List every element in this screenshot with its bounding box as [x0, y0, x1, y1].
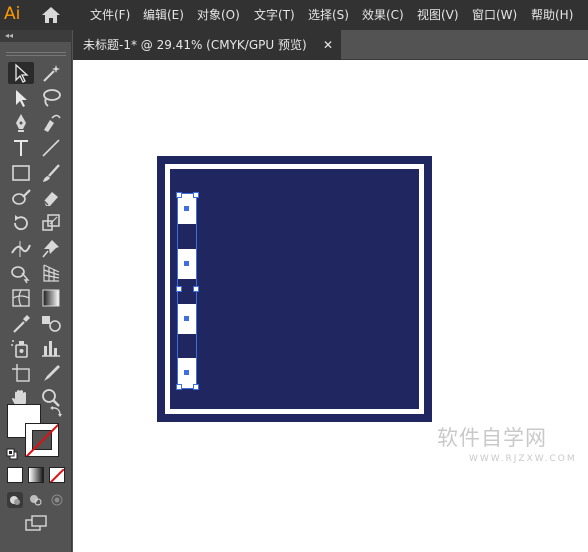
color-mode-button[interactable] — [7, 467, 23, 483]
anchor-handle[interactable] — [176, 384, 182, 390]
center-point — [184, 370, 189, 375]
menu-type[interactable]: 文字(T) — [254, 7, 295, 23]
artboard-canvas[interactable]: 软件自学网 WWW.RJZXW.COM — [73, 60, 588, 552]
draw-inside-icon[interactable] — [49, 492, 65, 508]
rotate-tool-icon[interactable] — [8, 212, 34, 234]
eraser-tool-icon[interactable] — [38, 187, 64, 209]
anchor-handle[interactable] — [176, 192, 182, 198]
eyedropper-tool-icon[interactable] — [8, 312, 34, 334]
watermark: 软件自学网 WWW.RJZXW.COM — [437, 426, 587, 474]
watermark-url-text: WWW.RJZXW.COM — [469, 454, 577, 464]
menu-view[interactable]: 视图(V) — [417, 7, 459, 23]
menu-help[interactable]: 帮助(H) — [531, 7, 573, 23]
magic-wand-tool-icon[interactable] — [38, 62, 64, 84]
menu-object[interactable]: 对象(O) — [197, 7, 240, 23]
swap-fill-stroke-icon[interactable] — [49, 404, 63, 418]
center-point — [184, 206, 189, 211]
gradient-tool-icon[interactable] — [38, 287, 64, 309]
center-point — [184, 261, 189, 266]
draw-normal-icon[interactable] — [7, 492, 23, 508]
menu-effect[interactable]: 效果(C) — [362, 7, 404, 23]
shaper-tool-icon[interactable] — [8, 187, 34, 209]
shape-builder-tool-icon[interactable] — [8, 262, 34, 284]
default-fill-stroke-icon[interactable] — [6, 445, 18, 460]
collapse-panel-button[interactable]: ◂◂ — [0, 30, 72, 42]
perspective-grid-tool-icon[interactable] — [38, 262, 64, 284]
menu-bar: Ai 文件(F) 编辑(E) 对象(O) 文字(T) 选择(S) 效果(C) 视… — [0, 0, 588, 30]
panel-grip[interactable] — [6, 52, 66, 56]
document-tab-title: 未标题-1* @ 29.41% (CMYK/GPU 预览) — [83, 38, 307, 52]
blend-tool-icon[interactable] — [38, 312, 64, 334]
close-tab-icon[interactable]: ✕ — [323, 37, 333, 53]
menu-edit[interactable]: 编辑(E) — [143, 7, 184, 23]
slice-tool-icon[interactable] — [38, 362, 64, 384]
anchor-handle[interactable] — [193, 192, 199, 198]
lasso-tool-icon[interactable] — [38, 87, 64, 109]
selection-tool-icon[interactable] — [8, 62, 34, 84]
white-rung[interactable] — [178, 194, 196, 224]
scale-tool-icon[interactable] — [38, 212, 64, 234]
width-tool-icon[interactable] — [8, 237, 34, 259]
menu-select[interactable]: 选择(S) — [308, 7, 349, 23]
menu-file[interactable]: 文件(F) — [90, 7, 130, 23]
white-rung[interactable] — [178, 249, 196, 279]
illustrator-window: Ai 文件(F) 编辑(E) 对象(O) 文字(T) 选择(S) 效果(C) 视… — [0, 0, 588, 552]
curvature-tool-icon[interactable] — [38, 112, 64, 134]
symbol-sprayer-tool-icon[interactable] — [8, 337, 34, 359]
home-icon[interactable] — [40, 5, 62, 25]
screen-mode-icon[interactable] — [24, 514, 48, 532]
paintbrush-tool-icon[interactable] — [38, 162, 64, 184]
white-border-rectangle[interactable] — [165, 164, 424, 414]
white-rung[interactable] — [178, 304, 196, 334]
stroke-color-swatch[interactable] — [25, 423, 59, 457]
column-graph-tool-icon[interactable] — [38, 337, 64, 359]
line-segment-tool-icon[interactable] — [38, 137, 64, 159]
document-tab[interactable]: 未标题-1* @ 29.41% (CMYK/GPU 预览) ✕ — [73, 30, 341, 60]
direct-selection-tool-icon[interactable] — [8, 87, 34, 109]
type-tool-icon[interactable] — [8, 137, 34, 159]
artboard-tool-icon[interactable] — [8, 362, 34, 384]
menu-window[interactable]: 窗口(W) — [472, 7, 517, 23]
watermark-main-text: 软件自学网 — [437, 426, 547, 450]
mesh-tool-icon[interactable] — [8, 287, 34, 309]
rectangle-tool-icon[interactable] — [8, 162, 34, 184]
gradient-mode-button[interactable] — [28, 467, 44, 483]
puppet-warp-tool-icon[interactable] — [38, 237, 64, 259]
draw-behind-icon[interactable] — [28, 492, 44, 508]
none-mode-button[interactable] — [49, 467, 65, 483]
app-logo: Ai — [4, 4, 21, 24]
tools-panel: ◂◂ — [0, 30, 72, 552]
anchor-handle[interactable] — [193, 286, 199, 292]
anchor-handle[interactable] — [176, 286, 182, 292]
anchor-handle[interactable] — [193, 384, 199, 390]
center-point — [184, 316, 189, 321]
pen-tool-icon[interactable] — [8, 112, 34, 134]
document-tab-bar: 未标题-1* @ 29.41% (CMYK/GPU 预览) ✕ — [73, 30, 588, 60]
